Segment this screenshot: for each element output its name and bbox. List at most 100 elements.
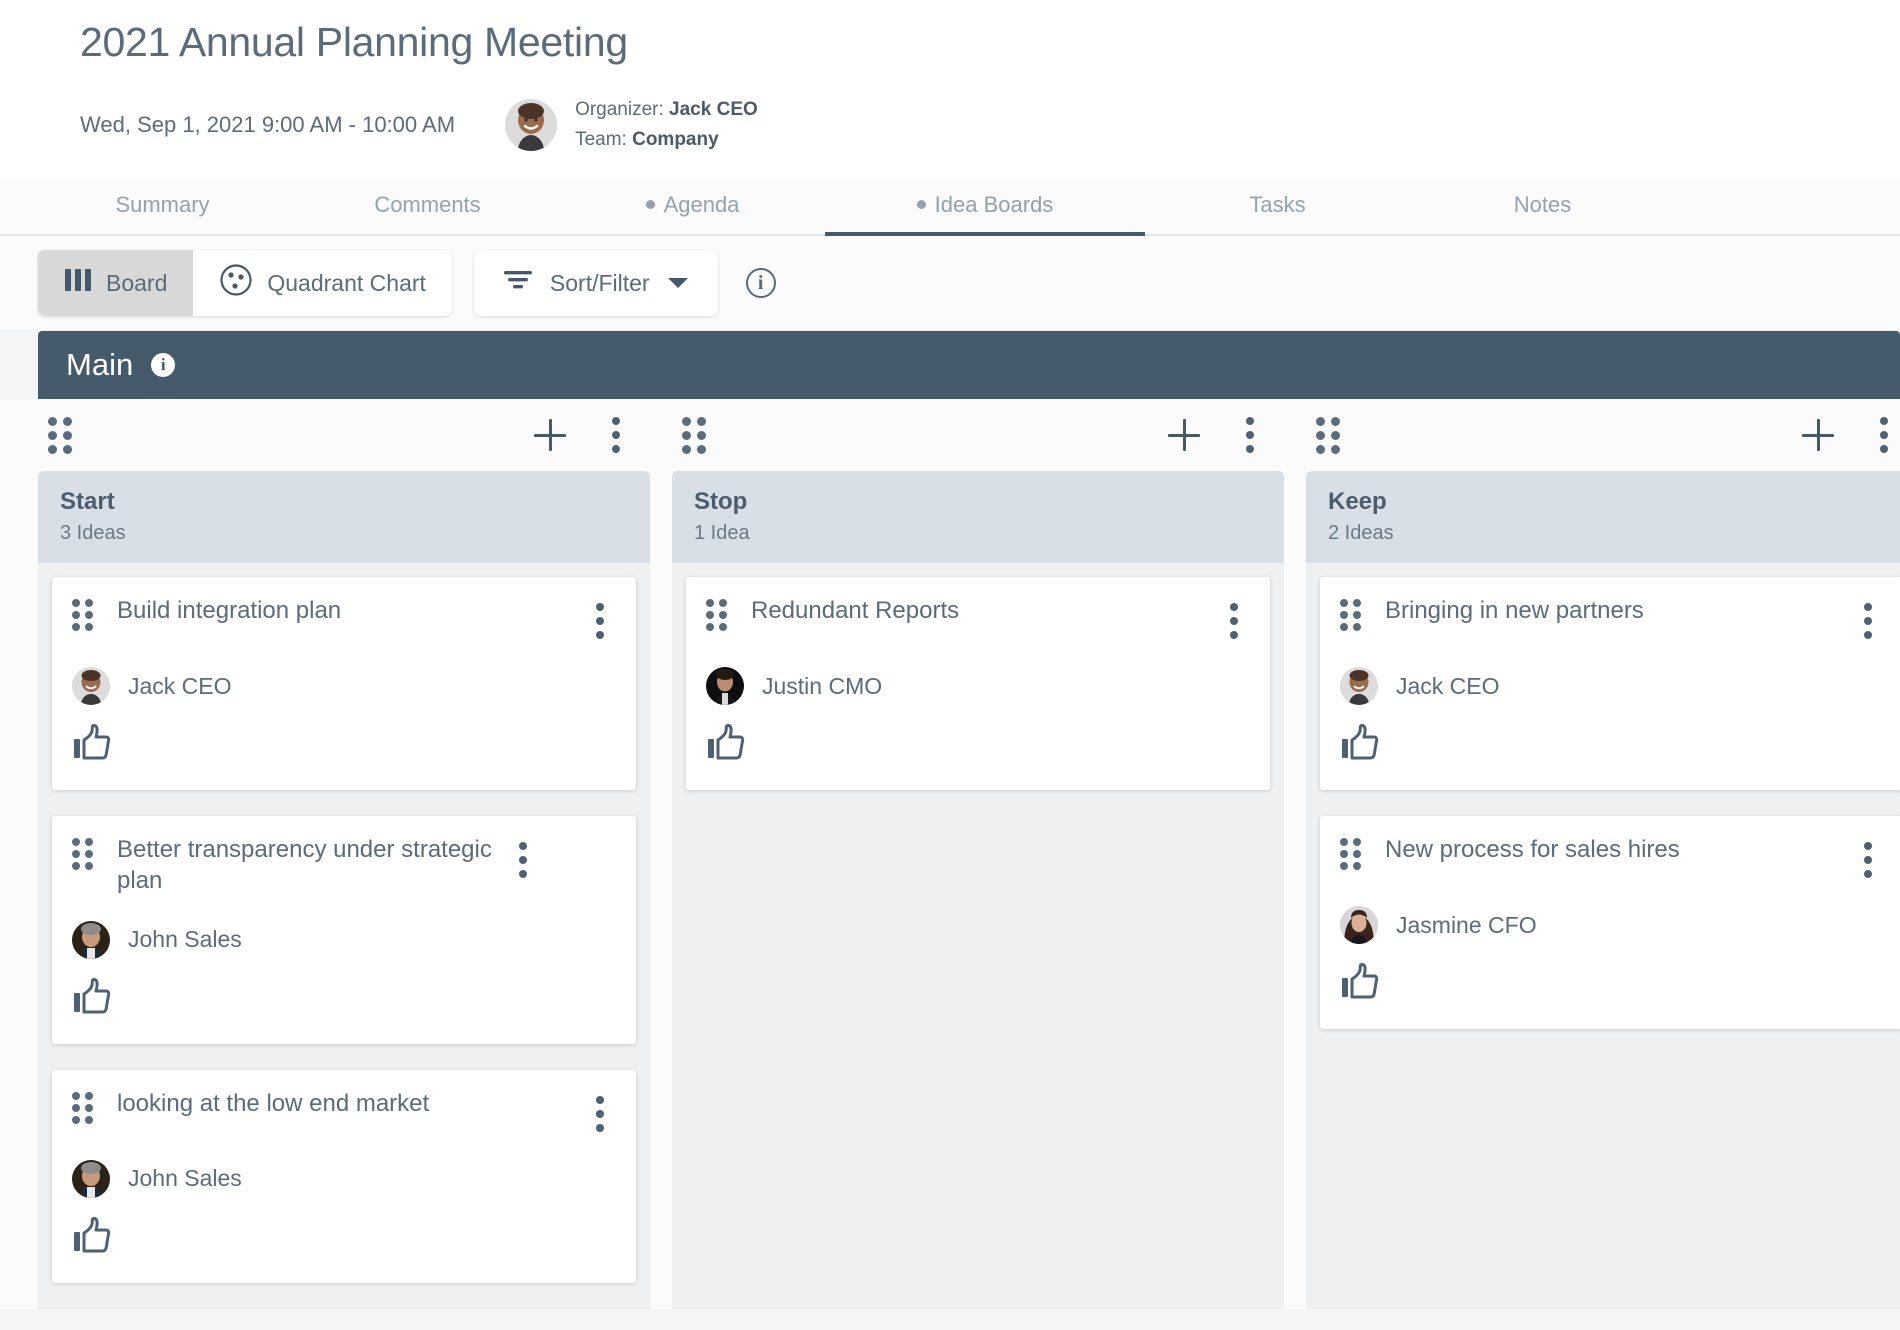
chevron-down-icon	[666, 270, 690, 297]
avatar	[505, 99, 557, 151]
card-top: Better transparency under strategic plan	[72, 838, 616, 896]
idea-owner: John Sales	[72, 921, 616, 959]
column-idea-count: 3 Ideas	[60, 522, 628, 545]
meeting-meta: Wed, Sep 1, 2021 9:00 AM - 10:00 AM	[80, 95, 1900, 154]
avatar	[72, 667, 110, 705]
idea-title: Redundant Reports	[751, 596, 1208, 627]
idea-card[interactable]: Redundant Reports Justin CMO	[686, 577, 1270, 790]
column-title: Stop	[694, 487, 1262, 517]
idea-owner-name: John Sales	[128, 1165, 242, 1192]
thumbs-up-icon[interactable]	[1340, 723, 1380, 766]
board-name: Main	[66, 347, 133, 383]
thumbs-up-icon[interactable]	[72, 1216, 112, 1259]
drag-handle-icon[interactable]	[706, 599, 727, 631]
thumbs-up-icon[interactable]	[72, 723, 112, 766]
info-icon[interactable]: i	[151, 353, 175, 377]
kebab-menu-icon[interactable]	[1234, 413, 1266, 457]
plus-icon[interactable]	[530, 415, 570, 455]
column-title: Keep	[1328, 487, 1896, 517]
plus-icon[interactable]	[1164, 415, 1204, 455]
idea-title: Bringing in new partners	[1385, 596, 1842, 627]
drag-handle-icon[interactable]	[72, 599, 93, 631]
idea-owner: John Sales	[72, 1160, 616, 1198]
filter-icon	[502, 267, 534, 299]
drag-handle-icon[interactable]	[48, 417, 72, 454]
info-glyph: i	[758, 272, 764, 295]
organizer-name: Jack CEO	[669, 99, 758, 120]
tab-label: Summary	[115, 192, 209, 217]
card-top: looking at the low end market	[72, 1092, 616, 1136]
view-board-button[interactable]: Board	[38, 250, 193, 316]
kebab-menu-icon[interactable]	[1852, 838, 1884, 882]
kebab-menu-icon[interactable]	[507, 838, 539, 882]
tab-label: Notes	[1514, 192, 1571, 217]
thumbs-up-icon[interactable]	[1340, 962, 1380, 1005]
kebab-menu-icon[interactable]	[584, 599, 616, 643]
tab-comments[interactable]: Comments	[295, 192, 560, 234]
column-header: Keep 2 Ideas	[1306, 471, 1900, 563]
board-column-stop: Stop 1 Idea Redundant Reports	[672, 399, 1284, 1308]
tab-tasks[interactable]: Tasks	[1145, 192, 1410, 234]
tab-idea-boards[interactable]: Idea Boards	[825, 192, 1145, 234]
kebab-menu-icon[interactable]	[1852, 599, 1884, 643]
idea-card[interactable]: Bringing in new partners Jack CEO	[1320, 577, 1900, 790]
view-quadrant-button[interactable]: Quadrant Chart	[193, 250, 452, 316]
board-column-keep: Keep 2 Ideas Bringing in new partners	[1306, 399, 1900, 1308]
tab-summary[interactable]: Summary	[30, 192, 295, 234]
thumbs-up-icon[interactable]	[72, 977, 112, 1020]
drag-handle-icon[interactable]	[72, 838, 93, 870]
quadrant-chart-icon	[219, 263, 253, 303]
info-icon[interactable]: i	[746, 268, 776, 298]
idea-owner-name: Justin CMO	[762, 673, 882, 700]
sort-filter-button[interactable]: Sort/Filter	[474, 250, 718, 316]
idea-card[interactable]: Build integration plan Jack CEO	[52, 577, 636, 790]
column-idea-count: 1 Idea	[694, 522, 1262, 545]
kebab-menu-icon[interactable]	[1868, 413, 1900, 457]
idea-title: Better transparency under strategic plan	[117, 835, 497, 896]
columns-icon	[64, 267, 92, 299]
card-top: New process for sales hires	[1340, 838, 1884, 882]
idea-card[interactable]: looking at the low end market John Sales	[52, 1070, 636, 1283]
board-header: Main i	[38, 331, 1900, 399]
idea-card[interactable]: Better transparency under strategic plan…	[52, 816, 636, 1043]
team-label: Team:	[575, 129, 627, 150]
column-body: Build integration plan Jack CEO	[38, 563, 650, 1308]
tab-label: Idea Boards	[935, 192, 1054, 217]
drag-handle-icon[interactable]	[1316, 417, 1340, 454]
unread-dot-icon	[917, 200, 926, 209]
idea-owner-name: Jack CEO	[128, 673, 232, 700]
drag-handle-icon[interactable]	[1340, 599, 1361, 631]
column-toolbar	[672, 399, 1284, 471]
idea-title: New process for sales hires	[1385, 835, 1842, 866]
idea-card[interactable]: New process for sales hires Jasmine CFO	[1320, 816, 1900, 1029]
avatar	[72, 1160, 110, 1198]
thumbs-up-icon[interactable]	[706, 723, 746, 766]
avatar	[1340, 667, 1378, 705]
kebab-menu-icon[interactable]	[600, 413, 632, 457]
plus-icon[interactable]	[1798, 415, 1838, 455]
like-row	[1340, 962, 1884, 1005]
drag-handle-icon[interactable]	[1340, 838, 1361, 870]
board-toolbar: Board Quadrant Chart	[0, 236, 1900, 331]
kebab-menu-icon[interactable]	[584, 1092, 616, 1136]
drag-handle-icon[interactable]	[72, 1092, 93, 1124]
tab-agenda[interactable]: Agenda	[560, 192, 825, 234]
tab-bar: Summary Comments Agenda Idea Boards Task…	[0, 178, 1900, 236]
tab-label: Agenda	[664, 192, 740, 217]
column-idea-count: 2 Ideas	[1328, 522, 1896, 545]
like-row	[72, 1216, 616, 1259]
kebab-menu-icon[interactable]	[1218, 599, 1250, 643]
board-column-start: Start 3 Ideas Build integration plan	[38, 399, 650, 1308]
drag-handle-icon[interactable]	[682, 417, 706, 454]
tab-label: Tasks	[1249, 192, 1305, 217]
column-title: Start	[60, 487, 628, 517]
tab-notes[interactable]: Notes	[1410, 192, 1675, 234]
organizer-text: Organizer: Jack CEO Team: Company	[575, 95, 758, 154]
avatar	[72, 921, 110, 959]
column-body: Redundant Reports Justin CMO	[672, 563, 1284, 1308]
avatar	[1340, 906, 1378, 944]
unread-dot-icon	[646, 200, 655, 209]
organizer-label: Organizer:	[575, 99, 664, 120]
idea-owner: Justin CMO	[706, 667, 1250, 705]
column-toolbar	[38, 399, 650, 471]
